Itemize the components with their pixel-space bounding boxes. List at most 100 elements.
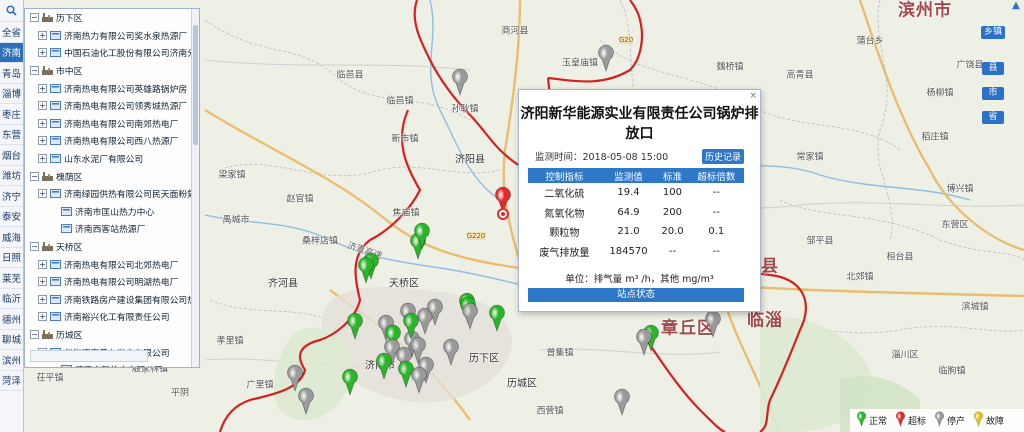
expand-toggle-icon[interactable]: − (30, 66, 39, 76)
tree-enterprise-node[interactable]: + 济南热力有限公司奖水泉热源厂 (25, 27, 199, 45)
table-cell: 200 (662, 206, 683, 218)
tree-district-node[interactable]: − 槐荫区 (25, 167, 199, 185)
city-tab[interactable]: 青岛 (0, 63, 23, 84)
history-button[interactable]: 历史记录 (701, 148, 744, 164)
station-status-button[interactable]: 站点状态 (528, 288, 744, 302)
city-tab[interactable]: 临沂 (0, 289, 23, 309)
map-label-road: G20 (618, 36, 634, 44)
map-pin-normal-icon[interactable] (402, 312, 420, 340)
expand-toggle-icon[interactable]: + (38, 189, 47, 199)
tree-district-node[interactable]: − 历下区 (25, 9, 199, 27)
expand-toggle-icon[interactable]: + (38, 118, 47, 128)
city-tab[interactable]: 济南 (0, 42, 23, 63)
map-pin-normal-icon[interactable] (346, 312, 364, 340)
map-label-town: 商河县 (501, 26, 529, 37)
legend-pin-icon (934, 411, 947, 430)
tree-node-label: 济南热电有限公司南郊热电厂 (64, 119, 179, 130)
city-tab[interactable]: 日照 (0, 248, 23, 268)
expand-toggle-icon[interactable]: − (30, 329, 39, 339)
tree-enterprise-node[interactable]: + 济南热电有限公司西八热源厂 (25, 132, 199, 150)
map-pin-normal-icon[interactable] (413, 222, 431, 250)
city-tab[interactable]: 东营 (0, 125, 23, 145)
tree-enterprise-node[interactable]: + 济南热电有限公司英雄路锅炉房 (25, 79, 199, 97)
map-label-town: 玉皇庙镇 (561, 58, 599, 69)
expand-toggle-icon[interactable]: + (38, 312, 47, 322)
tree-horizontal-scrollbar[interactable] (30, 350, 148, 362)
expand-toggle-icon[interactable]: − (30, 13, 39, 23)
expand-toggle-icon[interactable]: + (38, 259, 47, 269)
map-label-town: 新市镇 (391, 134, 419, 145)
level-button-province[interactable]: 省 (982, 111, 1004, 124)
tree-district-node[interactable]: − 天桥区 (25, 238, 199, 256)
selected-site-marker[interactable] (497, 208, 509, 220)
expand-toggle-icon[interactable]: + (38, 101, 47, 111)
city-tab[interactable]: 德州 (0, 309, 23, 330)
map-pin-stopped-icon[interactable] (613, 388, 631, 416)
city-tab[interactable]: 枣庄 (0, 104, 23, 125)
city-tab[interactable]: 威海 (0, 227, 23, 248)
tree-enterprise-node[interactable]: + 济南热电有限公司领秀城热源厂 (25, 97, 199, 115)
map-label-town: 广饶县 (956, 60, 984, 71)
expand-toggle-icon[interactable]: − (30, 242, 39, 252)
tree-enterprise-node[interactable]: + 济南热电有限公司南郊热电厂 (25, 115, 199, 133)
tree-enterprise-node[interactable]: + 中国石油化工股份有限公司济南分公 (25, 44, 199, 62)
tree-enterprise-node[interactable]: + 济南热电有限公司北郊热电厂 (25, 255, 199, 273)
level-button-township[interactable]: 乡镇 (981, 26, 1005, 39)
level-button-county[interactable]: 县 (982, 62, 1004, 75)
expand-toggle-icon[interactable]: + (38, 277, 47, 287)
tree-district-node[interactable]: − 市中区 (25, 62, 199, 80)
legend-pin-icon (973, 411, 986, 430)
map-pin-stopped-icon[interactable] (426, 298, 444, 326)
map-pin-stopped-icon[interactable] (451, 68, 469, 96)
table-cell: 二氧化硫 (544, 189, 585, 201)
tree-enterprise-node[interactable]: +济南西客站热源厂 (25, 220, 199, 238)
map-pin-stopped-icon[interactable] (597, 44, 615, 72)
enterprise-icon (50, 189, 61, 199)
city-tab[interactable]: 菏泽 (0, 371, 23, 391)
map-label-town: 梁家镇 (218, 170, 246, 181)
tree-enterprise-node[interactable]: + 济南绿园供热有限公司民天面粉集中 (25, 185, 199, 203)
tree-scrollbar[interactable] (191, 9, 199, 367)
expand-toggle-icon[interactable]: + (38, 30, 47, 40)
expand-toggle-icon[interactable]: + (38, 294, 47, 304)
level-button-city[interactable]: 市 (982, 87, 1004, 100)
enterprise-icon (61, 224, 72, 234)
city-tab[interactable]: 全省 (0, 22, 23, 43)
city-tab[interactable]: 济宁 (0, 186, 23, 207)
map-pin-stopped-icon[interactable] (442, 338, 460, 366)
map-pin-stopped-icon[interactable] (297, 387, 315, 415)
city-tab[interactable]: 滨州 (0, 350, 23, 371)
tree-enterprise-node[interactable]: + 济南热电有限公司明湖热电厂 (25, 273, 199, 291)
city-tab[interactable]: 潍坊 (0, 166, 23, 186)
tree-enterprise-node[interactable]: +济南市匡山热力中心 (25, 203, 199, 221)
map-pin-normal-icon[interactable] (375, 352, 393, 380)
tree-enterprise-node[interactable]: + 济南裕兴化工有限责任公司 (25, 308, 199, 326)
collapse-arrow-icon[interactable]: ▲ (1008, 0, 1024, 12)
tree-district-node[interactable]: − 历城区 (25, 326, 199, 344)
city-tab[interactable]: 聊城 (0, 330, 23, 350)
close-icon[interactable]: × (749, 91, 757, 101)
city-tab[interactable]: 烟台 (0, 145, 23, 166)
tree-enterprise-node[interactable]: + 济南铁路房产建设集团有限公司热力 (25, 291, 199, 309)
expand-toggle-icon[interactable]: + (38, 48, 47, 58)
city-tab[interactable]: 淄博 (0, 84, 23, 104)
map-pin-stopped-icon[interactable] (635, 328, 653, 356)
legend-label: 停产 (947, 417, 966, 427)
expand-toggle-icon[interactable]: + (38, 136, 47, 146)
table-cell: 64.9 (617, 206, 640, 218)
tree-enterprise-node[interactable]: + 山东水泥厂有限公司 (25, 150, 199, 168)
city-tab[interactable]: 泰安 (0, 207, 23, 227)
map-pin-normal-icon[interactable] (357, 256, 375, 284)
map-pin-normal-icon[interactable] (488, 304, 506, 332)
map-pin-stopped-icon[interactable] (410, 366, 428, 394)
map-pin-normal-icon[interactable] (341, 368, 359, 396)
expand-toggle-icon[interactable]: − (30, 171, 39, 181)
city-tab[interactable]: 莱芜 (0, 268, 23, 289)
expand-toggle-icon[interactable]: + (38, 83, 47, 93)
tree-node-label: 济南绿园供热有限公司民天面粉集中 (64, 190, 199, 201)
search-icon[interactable] (0, 0, 23, 22)
map-legend: 正常 超标 停产 故障 (850, 409, 1024, 432)
map-pin-stopped-icon[interactable] (704, 310, 722, 338)
expand-toggle-icon[interactable]: + (38, 154, 47, 164)
map-pin-stopped-icon[interactable] (461, 302, 479, 330)
